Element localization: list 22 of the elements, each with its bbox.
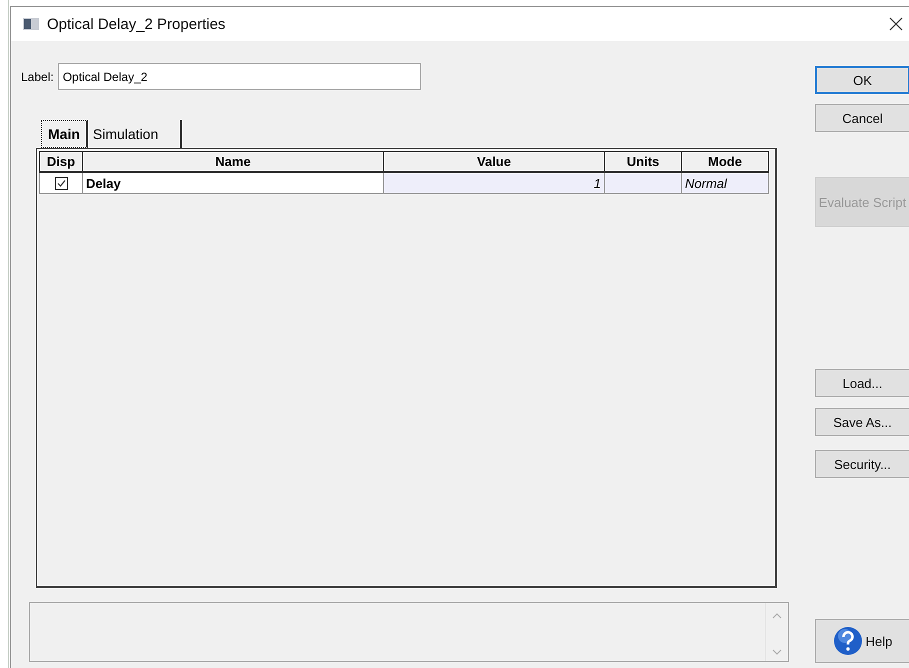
tab[interactable]: Main [41, 120, 88, 148]
dialog-button[interactable]: Security... [815, 450, 909, 478]
window-title: Optical Delay_2 Properties [47, 16, 226, 32]
dialog-button[interactable]: OK [815, 66, 909, 94]
dialog-button[interactable]: Cancel [815, 104, 909, 132]
column-header[interactable]: Mode [682, 152, 768, 172]
label-field[interactable]: Optical Delay_2 [58, 63, 421, 90]
help-icon [832, 626, 863, 656]
column-header[interactable]: Value [384, 152, 604, 172]
column-header[interactable]: Units [604, 152, 682, 172]
window-icon [23, 18, 39, 30]
dialog-button[interactable]: Load... [815, 369, 909, 397]
mode-cell: Normal [682, 172, 768, 194]
close-icon[interactable] [889, 17, 903, 31]
value-cell: 1 [384, 172, 604, 194]
label-caption: Label: [21, 70, 54, 84]
name-cell: Delay [82, 172, 384, 194]
checkbox[interactable] [54, 176, 68, 190]
dialog-button[interactable]: Save As... [815, 408, 909, 436]
help-button[interactable]: Help [815, 619, 909, 663]
column-header[interactable]: Disp [40, 152, 82, 172]
column-header[interactable]: Name [82, 152, 384, 172]
